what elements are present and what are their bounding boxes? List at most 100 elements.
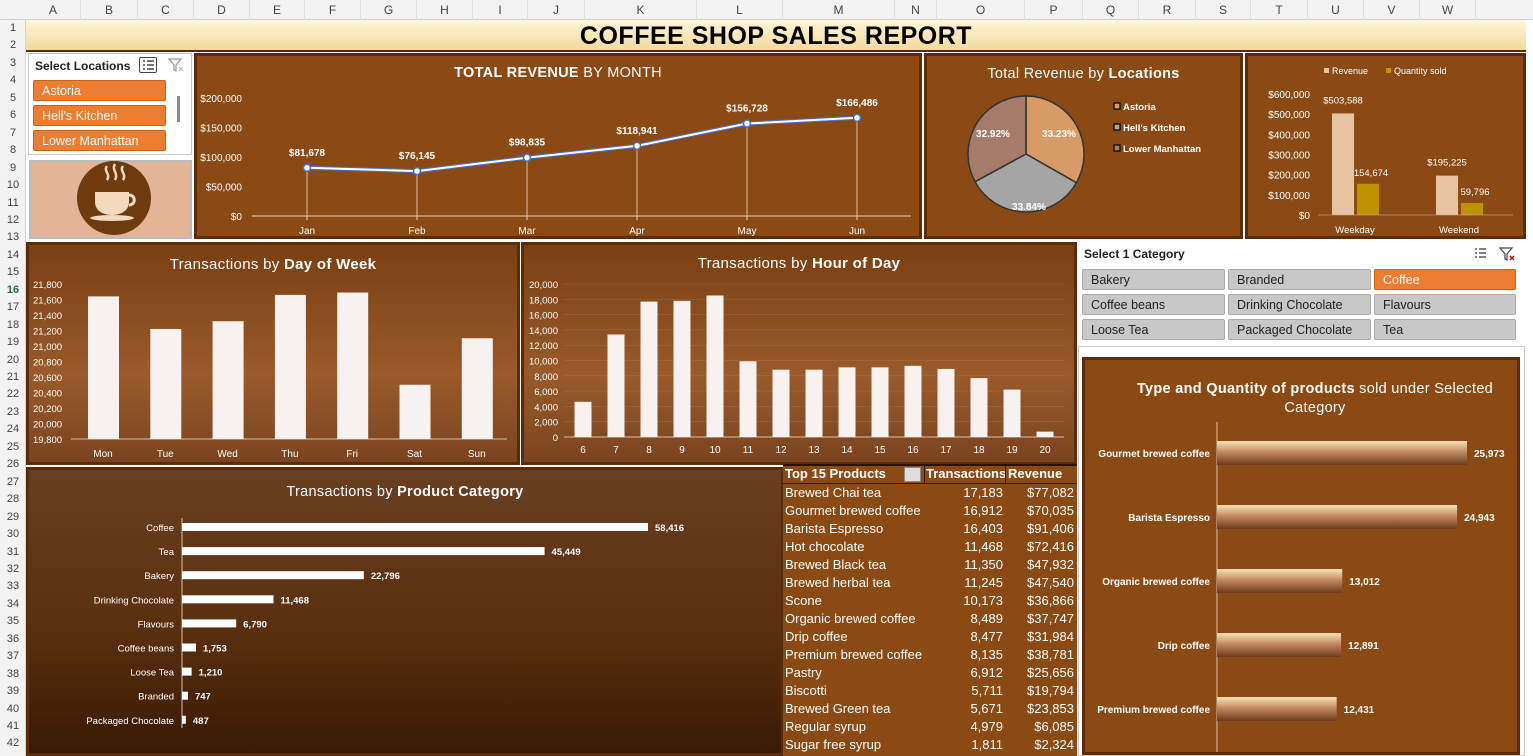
table-row: Brewed Black tea 11,350 $47,932 xyxy=(783,557,1077,575)
row-header-8[interactable]: 8 xyxy=(0,144,26,156)
location-chip-lower-manhattan[interactable]: Lower Manhattan xyxy=(33,130,166,151)
category-chip-coffee-beans[interactable]: Coffee beans xyxy=(1082,294,1225,315)
row-header-25[interactable]: 25 xyxy=(0,441,26,453)
column-header-F[interactable]: F xyxy=(305,0,361,20)
category-chip-drinking-chocolate[interactable]: Drinking Chocolate xyxy=(1228,294,1371,315)
row-header-30[interactable]: 30 xyxy=(0,528,26,540)
category-chip-bakery[interactable]: Bakery xyxy=(1082,269,1225,290)
row-header-2[interactable]: 2 xyxy=(0,39,26,51)
sort-filter-icon[interactable] xyxy=(904,467,921,482)
row-header-20[interactable]: 20 xyxy=(0,354,26,366)
table-cell-product: Brewed Chai tea xyxy=(785,485,882,500)
row-header-26[interactable]: 26 xyxy=(0,458,26,470)
column-header-T[interactable]: T xyxy=(1251,0,1308,20)
column-header-D[interactable]: D xyxy=(194,0,250,20)
column-header-W[interactable]: W xyxy=(1420,0,1476,20)
row-header-29[interactable]: 29 xyxy=(0,511,26,523)
category-chip-packaged-chocolate[interactable]: Packaged Chocolate xyxy=(1228,319,1371,340)
table-cell-transactions: 16,403 xyxy=(963,521,1003,536)
row-header-9[interactable]: 9 xyxy=(0,162,26,174)
clear-filter-icon[interactable] xyxy=(1498,246,1516,262)
row-header-21[interactable]: 21 xyxy=(0,371,26,383)
row-header-10[interactable]: 10 xyxy=(0,179,26,191)
row-header-19[interactable]: 19 xyxy=(0,336,26,348)
clear-filter-icon[interactable] xyxy=(167,57,185,73)
column-header-E[interactable]: E xyxy=(250,0,305,20)
category-chip-coffee[interactable]: Coffee xyxy=(1374,269,1516,290)
x-tick-label: Jun xyxy=(849,226,865,236)
column-header-I[interactable]: I xyxy=(473,0,528,20)
row-header-28[interactable]: 28 xyxy=(0,493,26,505)
multi-select-icon[interactable] xyxy=(1472,246,1490,262)
column-header-U[interactable]: U xyxy=(1308,0,1364,20)
column-header-A[interactable]: A xyxy=(26,0,81,20)
table-row: Gourmet brewed coffee 16,912 $70,035 xyxy=(783,503,1077,521)
category-chip-branded[interactable]: Branded xyxy=(1228,269,1371,290)
row-header-15[interactable]: 15 xyxy=(0,266,26,278)
table-cell-transactions: 1,811 xyxy=(971,737,1003,752)
row-header-39[interactable]: 39 xyxy=(0,685,26,697)
row-header-17[interactable]: 17 xyxy=(0,301,26,313)
row-header-14[interactable]: 14 xyxy=(0,249,26,261)
row-header-36[interactable]: 36 xyxy=(0,633,26,645)
column-header-B[interactable]: B xyxy=(81,0,138,20)
column-header-P[interactable]: P xyxy=(1025,0,1083,20)
column-header-N[interactable]: N xyxy=(895,0,937,20)
x-tick-label: Apr xyxy=(629,226,645,236)
column-header-S[interactable]: S xyxy=(1196,0,1251,20)
column-header-L[interactable]: L xyxy=(697,0,783,20)
data-label: 45,449 xyxy=(552,547,581,558)
row-header-6[interactable]: 6 xyxy=(0,109,26,121)
column-header-O[interactable]: O xyxy=(937,0,1025,20)
x-tick-label: 8 xyxy=(646,445,652,456)
y-tick-label: $500,000 xyxy=(1268,110,1310,121)
location-slicer: Select Locations Astoria Hell's Kitchen … xyxy=(28,53,192,155)
row-header-27[interactable]: 27 xyxy=(0,476,26,488)
x-tick-label: Sat xyxy=(407,449,422,460)
row-header-37[interactable]: 37 xyxy=(0,650,26,662)
y-tick-label: 0 xyxy=(553,433,558,444)
row-header-22[interactable]: 22 xyxy=(0,388,26,400)
row-header-35[interactable]: 35 xyxy=(0,615,26,627)
multi-select-icon[interactable] xyxy=(139,57,157,73)
row-header-24[interactable]: 24 xyxy=(0,423,26,435)
row-header-40[interactable]: 40 xyxy=(0,703,26,715)
row-header-4[interactable]: 4 xyxy=(0,74,26,86)
column-header-V[interactable]: V xyxy=(1364,0,1420,20)
column-header-K[interactable]: K xyxy=(585,0,697,20)
table-cell-revenue: $2,324 xyxy=(1034,737,1074,752)
y-tick-label: $0 xyxy=(1299,211,1311,222)
column-header-C[interactable]: C xyxy=(138,0,194,20)
row-header-3[interactable]: 3 xyxy=(0,57,26,69)
category-chip-tea[interactable]: Tea xyxy=(1374,319,1516,340)
location-chip-astoria[interactable]: Astoria xyxy=(33,80,166,101)
row-header-16[interactable]: 16 xyxy=(0,284,26,296)
row-header-11[interactable]: 11 xyxy=(0,197,26,209)
table-cell-revenue: $31,984 xyxy=(1027,629,1074,644)
row-header-34[interactable]: 34 xyxy=(0,598,26,610)
row-header-38[interactable]: 38 xyxy=(0,668,26,680)
slicer-scrollbar[interactable] xyxy=(177,96,180,122)
row-header-7[interactable]: 7 xyxy=(0,127,26,139)
row-header-18[interactable]: 18 xyxy=(0,319,26,331)
column-header-R[interactable]: R xyxy=(1139,0,1196,20)
row-header-31[interactable]: 31 xyxy=(0,546,26,558)
location-chip-hells-kitchen[interactable]: Hell's Kitchen xyxy=(33,105,166,126)
column-header-Q[interactable]: Q xyxy=(1083,0,1139,20)
row-header-42[interactable]: 42 xyxy=(0,737,26,749)
row-header-41[interactable]: 41 xyxy=(0,720,26,732)
category-chip-flavours[interactable]: Flavours xyxy=(1374,294,1516,315)
column-header-J[interactable]: J xyxy=(528,0,585,20)
column-header-M[interactable]: M xyxy=(783,0,895,20)
row-header-1[interactable]: 1 xyxy=(0,22,26,34)
row-header-32[interactable]: 32 xyxy=(0,563,26,575)
hour-bar xyxy=(838,367,856,437)
category-chip-loose-tea[interactable]: Loose Tea xyxy=(1082,319,1225,340)
row-header-12[interactable]: 12 xyxy=(0,214,26,226)
column-header-H[interactable]: H xyxy=(417,0,473,20)
row-header-13[interactable]: 13 xyxy=(0,231,26,243)
column-header-G[interactable]: G xyxy=(361,0,417,20)
row-header-23[interactable]: 23 xyxy=(0,406,26,418)
row-header-33[interactable]: 33 xyxy=(0,580,26,592)
row-header-5[interactable]: 5 xyxy=(0,92,26,104)
